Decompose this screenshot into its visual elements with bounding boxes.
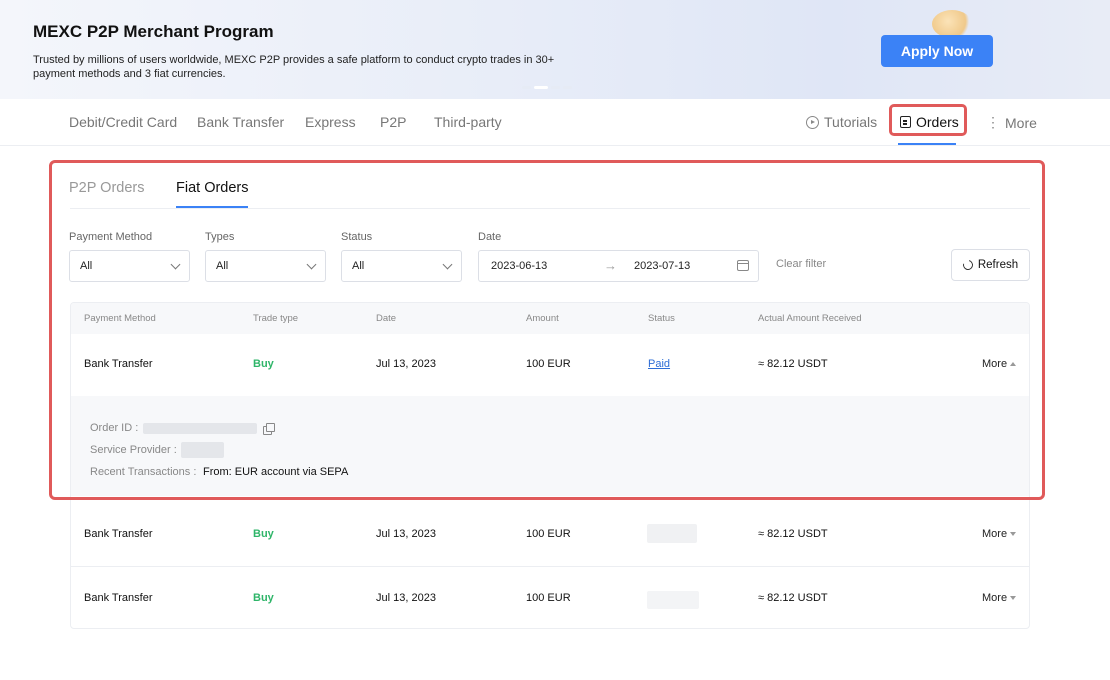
row-received: ≈ 82.12 USDT bbox=[758, 358, 828, 370]
more-label: More bbox=[982, 528, 1008, 540]
nav-bank-transfer[interactable]: Bank Transfer bbox=[197, 114, 284, 130]
service-provider-label: Service Provider : bbox=[90, 444, 177, 456]
recent-transactions-label: Recent Transactions : bbox=[90, 466, 197, 478]
table-row[interactable]: Bank Transfer Buy Jul 13, 2023 100 EUR ≈… bbox=[71, 503, 1029, 566]
tab-p2p-orders[interactable]: P2P Orders bbox=[69, 180, 145, 196]
chevron-down-icon bbox=[306, 259, 317, 269]
play-circle-icon bbox=[806, 115, 819, 129]
row-date: Jul 13, 2023 bbox=[376, 528, 436, 540]
caret-up-icon bbox=[1010, 362, 1017, 366]
calendar-icon[interactable] bbox=[737, 260, 749, 271]
column-actual-amount-received: Actual Amount Received bbox=[758, 313, 862, 324]
orders-active-underline bbox=[898, 143, 956, 145]
more-label: More bbox=[1005, 114, 1037, 131]
tutorials-label: Tutorials bbox=[824, 114, 878, 130]
more-label: More bbox=[982, 592, 1008, 604]
status-label: Status bbox=[341, 231, 373, 243]
row-received: ≈ 82.12 USDT bbox=[758, 528, 828, 540]
refresh-label: Refresh bbox=[977, 259, 1019, 271]
fiat-orders-table: Payment Method Trade type Date Amount St… bbox=[70, 302, 1030, 629]
chevron-down-icon bbox=[442, 259, 453, 269]
date-label: Date bbox=[478, 231, 502, 243]
table-row[interactable]: Bank Transfer Buy Jul 13, 2023 100 EUR P… bbox=[71, 334, 1029, 397]
date-end[interactable]: 2023-07-13 bbox=[634, 260, 690, 272]
row-trade-type: Buy bbox=[253, 358, 274, 370]
row-more-toggle[interactable]: More bbox=[982, 358, 1017, 370]
order-details: Order ID : Service Provider : Recent Tra… bbox=[71, 396, 1029, 496]
carousel-dot[interactable] bbox=[551, 86, 560, 89]
payment-method-label: Payment Method bbox=[69, 231, 153, 243]
row-status-redacted bbox=[647, 591, 699, 609]
nav-express[interactable]: Express bbox=[305, 114, 356, 130]
row-amount: 100 EUR bbox=[526, 592, 571, 604]
refresh-icon bbox=[961, 258, 975, 272]
chevron-down-icon bbox=[170, 259, 181, 269]
arrow-right-icon: → bbox=[604, 258, 617, 273]
nav-debit-credit-card[interactable]: Debit/Credit Card bbox=[69, 114, 177, 130]
row-more-toggle[interactable]: More bbox=[982, 528, 1017, 540]
row-status-redacted bbox=[647, 524, 697, 543]
row-trade-type: Buy bbox=[253, 592, 274, 604]
row-date: Jul 13, 2023 bbox=[376, 592, 436, 604]
document-icon bbox=[900, 116, 911, 128]
orders-tab[interactable]: Orders bbox=[900, 114, 959, 130]
carousel-dot[interactable] bbox=[563, 86, 572, 89]
date-start[interactable]: 2023-06-13 bbox=[491, 260, 547, 272]
carousel-dot[interactable] bbox=[522, 86, 531, 89]
row-amount: 100 EUR bbox=[526, 358, 571, 370]
carousel-dots[interactable] bbox=[522, 86, 572, 89]
nav-third-party[interactable]: Third-party bbox=[434, 114, 502, 130]
caret-down-icon bbox=[1010, 532, 1017, 536]
order-id-label: Order ID : bbox=[90, 422, 139, 434]
order-id-redacted bbox=[143, 423, 257, 434]
more-menu[interactable]: ⋮ More bbox=[986, 114, 1037, 131]
row-date: Jul 13, 2023 bbox=[376, 358, 436, 370]
nav-p2p[interactable]: P2P bbox=[380, 114, 406, 130]
column-amount: Amount bbox=[526, 313, 559, 324]
recent-transactions-value: From: EUR account via SEPA bbox=[203, 466, 349, 478]
vertical-dots-icon: ⋮ bbox=[986, 114, 1000, 130]
row-more-toggle[interactable]: More bbox=[982, 592, 1017, 604]
fiat-orders-underline bbox=[176, 206, 248, 208]
date-range-picker[interactable]: 2023-06-13 → 2023-07-13 bbox=[478, 250, 759, 282]
merchant-banner: MEXC P2P Merchant Program Trusted by mil… bbox=[0, 0, 1110, 99]
status-select[interactable]: All bbox=[341, 250, 462, 282]
table-header: Payment Method Trade type Date Amount St… bbox=[71, 303, 1029, 334]
banner-description: Trusted by millions of users worldwide, … bbox=[33, 54, 555, 80]
column-date: Date bbox=[376, 313, 397, 324]
tutorials-link[interactable]: Tutorials bbox=[806, 114, 877, 130]
payment-method-select[interactable]: All bbox=[69, 250, 190, 282]
row-amount: 100 EUR bbox=[526, 528, 571, 540]
banner-coin-illustration bbox=[932, 10, 972, 38]
table-row[interactable]: Bank Transfer Buy Jul 13, 2023 100 EUR ≈… bbox=[71, 567, 1029, 628]
row-payment-method: Bank Transfer bbox=[84, 528, 153, 540]
types-label: Types bbox=[205, 231, 235, 243]
types-value: All bbox=[216, 260, 229, 272]
banner-title: MEXC P2P Merchant Program bbox=[33, 22, 274, 41]
clear-filter-button[interactable]: Clear filter bbox=[776, 258, 826, 270]
apply-now-button[interactable]: Apply Now bbox=[881, 35, 993, 67]
carousel-dot-active[interactable] bbox=[534, 86, 548, 89]
copy-icon[interactable] bbox=[263, 423, 275, 435]
more-label: More bbox=[982, 358, 1008, 370]
row-payment-method: Bank Transfer bbox=[84, 592, 153, 604]
orders-label: Orders bbox=[916, 114, 959, 130]
caret-down-icon bbox=[1010, 596, 1017, 600]
row-payment-method: Bank Transfer bbox=[84, 358, 153, 370]
row-trade-type: Buy bbox=[253, 528, 274, 540]
column-status: Status bbox=[648, 313, 675, 324]
column-payment-method: Payment Method bbox=[84, 313, 156, 324]
status-value: All bbox=[352, 260, 365, 272]
types-select[interactable]: All bbox=[205, 250, 326, 282]
tabs-divider bbox=[70, 208, 1030, 209]
column-trade-type: Trade type bbox=[253, 313, 299, 324]
tab-fiat-orders[interactable]: Fiat Orders bbox=[176, 180, 249, 196]
payment-method-value: All bbox=[80, 260, 93, 272]
refresh-button[interactable]: Refresh bbox=[951, 249, 1030, 281]
service-provider-redacted bbox=[181, 442, 224, 458]
row-received: ≈ 82.12 USDT bbox=[758, 592, 828, 604]
row-status-link[interactable]: Paid bbox=[648, 358, 670, 370]
